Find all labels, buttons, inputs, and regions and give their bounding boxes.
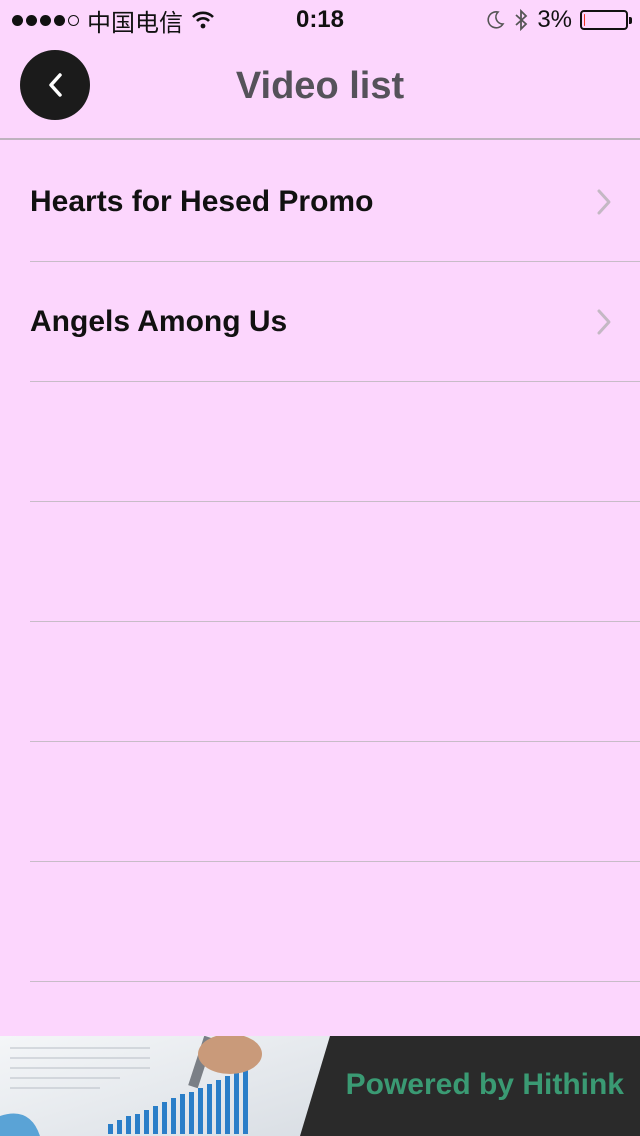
list-item[interactable]: Hearts for Hesed Promo [30,142,640,262]
list-item-label: Angels Among Us [30,304,288,338]
list-item[interactable]: Angels Among Us [30,262,640,382]
status-right: 3% [485,6,632,34]
video-list: Hearts for Hesed Promo Angels Among Us [0,142,640,1102]
empty-row [30,862,640,982]
battery-icon [580,10,632,30]
status-bar: 中国电信 0:18 3% [0,0,640,40]
empty-row [30,742,640,862]
empty-row [30,502,640,622]
signal-strength-icon [12,14,79,26]
nav-header: Video list [0,40,640,140]
empty-row [30,382,640,502]
battery-percentage: 3% [537,6,572,33]
page-title: Video list [235,65,405,107]
bluetooth-icon [515,8,528,32]
footer-banner[interactable]: Powered by Hithink [0,1036,640,1136]
wifi-icon [192,11,214,29]
chevron-right-icon [597,309,611,334]
carrier-name: 中国电信 [87,9,183,37]
banner-image [0,1036,330,1136]
powered-by-text: Powered by Hithink [345,1068,624,1101]
status-left: 中国电信 [12,3,215,38]
list-item-label: Hearts for Hesed Promo [30,184,374,218]
moon-icon [487,11,505,29]
chevron-right-icon [597,189,611,214]
empty-row [30,622,640,742]
